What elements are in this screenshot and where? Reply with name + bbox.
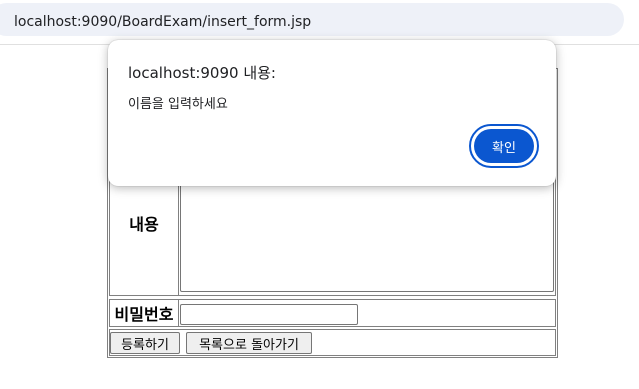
address-bar[interactable]: localhost:9090/BoardExam/insert_form.jsp: [0, 3, 624, 36]
content-textarea[interactable]: [180, 180, 554, 292]
ok-button[interactable]: 확인: [474, 129, 534, 163]
back-to-list-button[interactable]: 목록으로 돌아가기: [186, 332, 312, 354]
content-label: 내용: [129, 215, 159, 234]
register-button[interactable]: 등록하기: [110, 332, 180, 354]
password-input[interactable]: [180, 304, 358, 325]
password-label: 비밀번호: [114, 305, 174, 324]
dialog-message: 이름을 입력하세요: [128, 97, 228, 112]
ok-button-focus-ring: 확인: [469, 124, 539, 168]
url-text[interactable]: localhost:9090/BoardExam/insert_form.jsp: [14, 14, 311, 30]
browser-toolbar: localhost:9090/BoardExam/insert_form.jsp: [0, 0, 639, 45]
alert-dialog: localhost:9090 내용: 이름을 입력하세요 확인: [108, 40, 556, 186]
dialog-title: localhost:9090 내용:: [128, 64, 276, 82]
password-label-cell: 비밀번호: [109, 299, 179, 327]
